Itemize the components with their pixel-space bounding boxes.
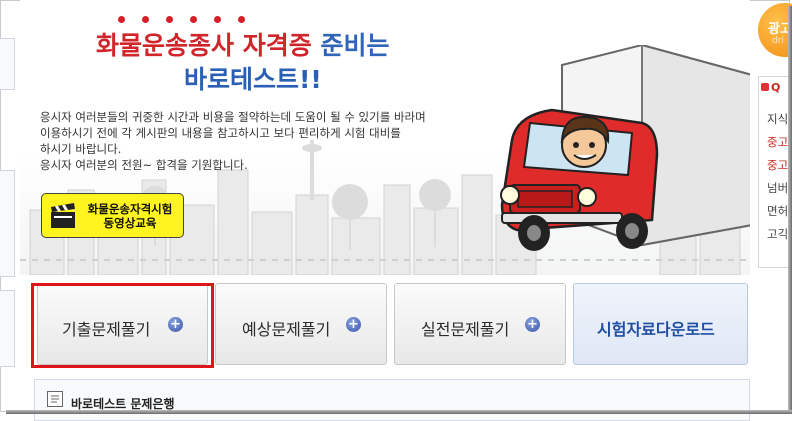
window-shadow — [788, 6, 792, 412]
left-panel-box — [0, 38, 15, 90]
video-button-line: 화물운송자격시험 — [87, 202, 173, 216]
left-panel-box — [0, 290, 15, 367]
notepad-icon — [47, 391, 63, 407]
right-sidebar-edge: 광고 dri Q 지식 중고 중고 넘버 면허 고긱 — [750, 0, 792, 412]
right-box-heading-text: Q — [771, 81, 781, 94]
hero-title-red: 화물운송종사 자격증 — [96, 31, 312, 60]
right-sidebar-link[interactable]: 중고 — [767, 157, 788, 173]
hero-subtitle: 바로테스트!! — [184, 65, 322, 94]
right-sidebar-link[interactable]: 면허 — [767, 203, 788, 219]
ad-badge-subtext: dri — [772, 36, 784, 46]
hero-banner: 화물운송종사 자격증 준비는 바로테스트!! 응시자 여러분들의 귀중한 시간과… — [20, 0, 750, 275]
hero-title-blue: 준비는 — [320, 31, 390, 60]
description-line: 이용하시기 전에 각 게시판의 내용을 참고하시고 보다 편리하게 시험 대비를 — [40, 126, 401, 140]
window-shadow — [6, 410, 792, 414]
clapperboard-icon — [51, 203, 75, 228]
tab-label: 실전문제풀기 — [421, 320, 510, 339]
description-line: 응시자 여러분의 전원~ 합격을 기원합니다. — [40, 158, 248, 172]
video-button-line: 동영상교육 — [103, 216, 157, 230]
tab-label: 시험자료다운로드 — [597, 320, 715, 339]
tab-label: 예상문제풀기 — [242, 320, 331, 339]
right-sidebar-link[interactable]: 고긱 — [767, 226, 788, 242]
right-box-heading: Q — [761, 81, 780, 94]
tab-practice-exams[interactable]: 실전문제풀기 + — [394, 283, 566, 365]
description-line: 응시자 여러분들의 귀중한 시간과 비용을 절약하는데 도움이 될 수 있기를 … — [40, 110, 426, 124]
tab-predicted-exams[interactable]: 예상문제풀기 + — [215, 283, 387, 365]
hero-description: 응시자 여러분들의 귀중한 시간과 비용을 절약하는데 도움이 될 수 있기를 … — [40, 109, 500, 173]
q-icon — [761, 83, 769, 91]
right-sidebar-link[interactable]: 중고 — [767, 134, 788, 150]
selection-highlight-box — [31, 283, 214, 368]
hero-title: 화물운송종사 자격증 준비는 — [96, 26, 389, 62]
right-sidebar-link[interactable]: 넘버 — [767, 180, 788, 196]
truck-driver-illustration — [500, 45, 750, 251]
description-line: 하시기 바랍니다. — [40, 142, 122, 156]
question-bank-panel: 바로테스트 문제은행 — [34, 379, 750, 421]
video-education-button[interactable]: 화물운송자격시험 동영상교육 — [41, 193, 184, 238]
ad-badge[interactable]: 광고 dri — [758, 3, 792, 57]
left-sidebar-edge — [0, 0, 20, 412]
plus-circle-icon: + — [525, 317, 540, 332]
plus-circle-icon: + — [346, 317, 361, 332]
left-panel-box — [0, 170, 15, 277]
right-sidebar-box: Q 지식 중고 중고 넘버 면허 고긱 — [758, 76, 792, 268]
video-button-label: 화물운송자격시험 동영상교육 — [80, 202, 180, 230]
right-sidebar-link[interactable]: 지식 — [767, 111, 788, 127]
tab-download-materials[interactable]: 시험자료다운로드 — [573, 283, 748, 365]
